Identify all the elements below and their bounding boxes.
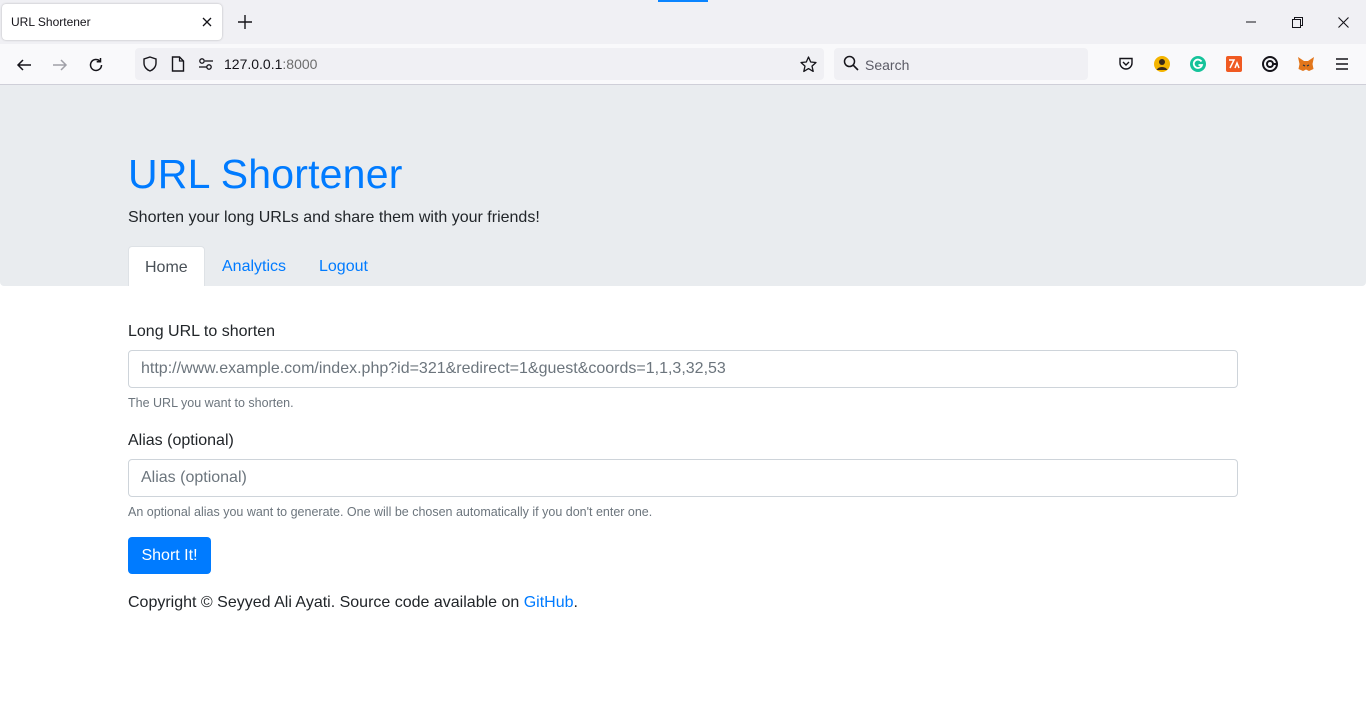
page-title: URL Shortener bbox=[128, 151, 403, 197]
alias-help: An optional alias you want to generate. … bbox=[128, 505, 653, 519]
profile-extension-icon[interactable] bbox=[1152, 54, 1172, 74]
close-window-icon[interactable] bbox=[1320, 0, 1366, 44]
url-port: :8000 bbox=[282, 56, 318, 72]
minimize-icon[interactable] bbox=[1228, 0, 1274, 44]
restore-icon[interactable] bbox=[1274, 0, 1320, 44]
footer-period: . bbox=[573, 594, 578, 611]
back-icon[interactable] bbox=[9, 50, 39, 80]
tab-indicator bbox=[658, 0, 708, 2]
metamask-icon[interactable] bbox=[1296, 54, 1316, 74]
search-icon bbox=[843, 55, 861, 73]
menu-icon[interactable] bbox=[1332, 54, 1352, 74]
forward-icon[interactable] bbox=[45, 50, 75, 80]
url-text[interactable]: 127.0.0.1:8000 bbox=[224, 56, 317, 72]
url-host: 127.0.0.1 bbox=[224, 56, 283, 72]
browser-toolbar: 127.0.0.1:8000 Search bbox=[0, 44, 1366, 85]
close-icon[interactable] bbox=[198, 13, 216, 31]
long-url-input[interactable] bbox=[128, 350, 1238, 388]
reload-icon[interactable] bbox=[81, 50, 111, 80]
footer-text: Copyright © Seyyed Ali Ayati. Source cod… bbox=[128, 594, 524, 611]
extension-swirl-icon[interactable] bbox=[1260, 54, 1280, 74]
short-it-button[interactable]: Short It! bbox=[128, 537, 211, 574]
extension-icon[interactable] bbox=[1224, 54, 1244, 74]
alias-input[interactable] bbox=[128, 459, 1238, 497]
footer-copyright: Copyright © Seyyed Ali Ayati. Source cod… bbox=[128, 594, 578, 612]
search-bar[interactable]: Search bbox=[834, 48, 1088, 80]
search-placeholder: Search bbox=[865, 57, 910, 73]
alias-label: Alias (optional) bbox=[128, 432, 234, 449]
tab-analytics[interactable]: Analytics bbox=[206, 246, 302, 286]
long-url-label: Long URL to shorten bbox=[128, 323, 276, 340]
browser-tab[interactable]: URL Shortener bbox=[2, 4, 222, 40]
long-url-help: The URL you want to shorten. bbox=[128, 396, 294, 410]
plus-icon[interactable] bbox=[234, 11, 256, 33]
grammarly-icon[interactable] bbox=[1188, 54, 1208, 74]
jumbotron-header: URL Shortener Shorten your long URLs and… bbox=[0, 85, 1366, 286]
tab-home[interactable]: Home bbox=[128, 246, 205, 286]
url-bar[interactable]: 127.0.0.1:8000 bbox=[135, 48, 824, 80]
star-icon[interactable] bbox=[799, 55, 817, 73]
github-link[interactable]: GitHub bbox=[524, 594, 574, 611]
tab-logout[interactable]: Logout bbox=[303, 246, 384, 286]
shield-icon[interactable] bbox=[141, 55, 159, 73]
browser-tab-bar: URL Shortener bbox=[0, 0, 1366, 44]
pocket-icon[interactable] bbox=[1116, 54, 1136, 74]
page-icon[interactable] bbox=[169, 55, 187, 73]
permissions-icon[interactable] bbox=[197, 55, 215, 73]
page-subtitle: Shorten your long URLs and share them wi… bbox=[128, 209, 540, 226]
tab-title: URL Shortener bbox=[11, 15, 91, 29]
